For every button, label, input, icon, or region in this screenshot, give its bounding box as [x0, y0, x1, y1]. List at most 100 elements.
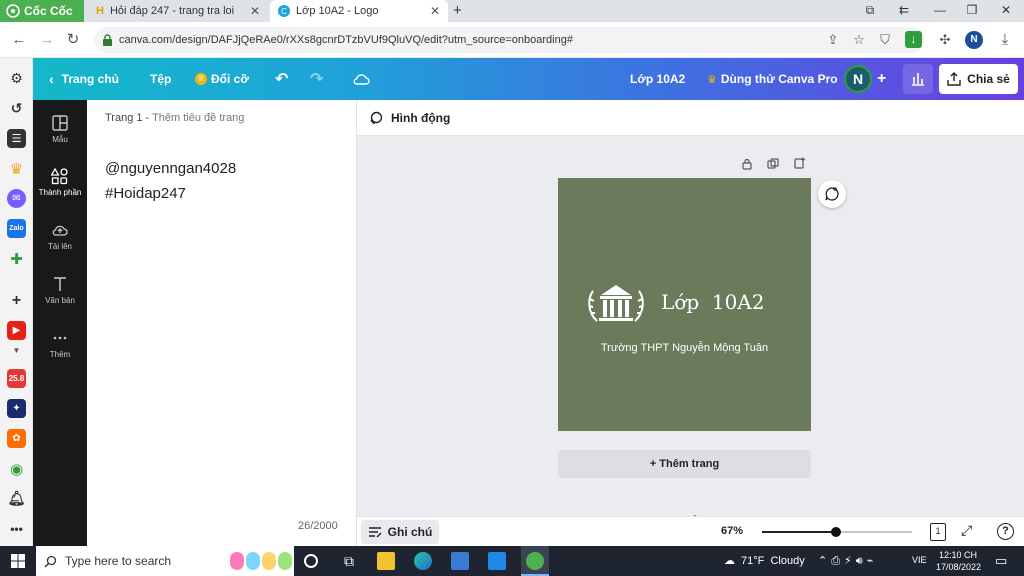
lock-icon: [103, 34, 112, 46]
download-extension-icon[interactable]: ↓: [905, 31, 922, 48]
rail-item-elements[interactable]: Thành phần: [33, 167, 87, 197]
search-icon: [44, 555, 57, 567]
reload-button[interactable]: ↻: [64, 31, 82, 49]
tab-hoidap[interactable]: H Hỏi đáp 247 - trang tra loi ✕: [88, 0, 268, 22]
help-button[interactable]: ?: [997, 523, 1014, 540]
home-button[interactable]: ‹ Trang chủ: [49, 58, 119, 100]
notification-bell-icon[interactable]: 🔔︎: [7, 489, 26, 508]
settings-gear-icon[interactable]: ⚙: [7, 69, 26, 88]
page-title-input[interactable]: Thêm tiêu đề trang: [152, 112, 244, 124]
clock-time: 12:10 CH: [938, 550, 978, 560]
task-view-icon[interactable]: ⧉: [340, 552, 358, 570]
notification-center-icon[interactable]: ▭: [995, 553, 1007, 569]
bookmark-star-icon[interactable]: ☆: [850, 31, 868, 49]
edge-icon[interactable]: [414, 552, 432, 570]
taskbar-search-box[interactable]: Type here to search: [36, 546, 294, 576]
game-icon[interactable]: ✦: [7, 399, 26, 418]
rail-item-templates[interactable]: Mẫu: [33, 114, 87, 144]
document-title[interactable]: Lớp 10A2: [630, 58, 685, 100]
minimize-button[interactable]: —: [932, 3, 948, 17]
youtube-icon[interactable]: ▶: [7, 321, 26, 340]
zalo-icon[interactable]: Zalo: [7, 219, 26, 238]
messenger-icon[interactable]: ✉: [7, 189, 26, 208]
downloads-icon[interactable]: ⤓: [996, 31, 1014, 49]
add-page-button[interactable]: + Thêm trang: [558, 450, 811, 478]
file-menu-button[interactable]: Tệp: [150, 58, 171, 100]
comment-button[interactable]: [818, 180, 846, 208]
share-label: Chia sẻ: [967, 72, 1010, 86]
resize-button[interactable]: ♛ Đổi cỡ: [195, 58, 249, 100]
extensions-puzzle-icon[interactable]: ✣: [936, 31, 954, 49]
lock-icon[interactable]: [741, 158, 753, 170]
tab-close-icon[interactable]: ✕: [430, 4, 440, 18]
coccoc-taskbar-icon[interactable]: [521, 546, 549, 576]
coupon-icon[interactable]: ✿: [7, 429, 26, 448]
duplicate-page-icon[interactable]: [767, 158, 779, 170]
user-avatar[interactable]: N: [844, 65, 872, 93]
restore-button[interactable]: ❐: [964, 3, 980, 17]
tab-canva[interactable]: C Lớp 10A2 - Logo ✕: [270, 0, 448, 22]
zoom-slider[interactable]: [762, 527, 912, 537]
input-language[interactable]: VIE: [912, 555, 927, 565]
crown-icon[interactable]: ♛: [7, 159, 26, 178]
new-tab-button[interactable]: +: [453, 2, 462, 19]
expand-chevron-icon[interactable]: ▼: [7, 341, 26, 360]
url-bar[interactable]: canva.com/design/DAFJjQeRAe0/rXXs8gcnrDT…: [94, 27, 924, 53]
clock-date: 17/08/2022: [936, 562, 982, 572]
browser-brand[interactable]: Cốc Cốc: [0, 0, 84, 22]
store-icon[interactable]: [451, 552, 469, 570]
cortana-icon[interactable]: [304, 554, 318, 568]
history-icon[interactable]: ↺: [7, 99, 26, 118]
file-label: Tệp: [150, 72, 172, 86]
templates-icon: [52, 115, 68, 131]
tab-close-icon[interactable]: ✕: [250, 4, 260, 18]
design-subtitle[interactable]: Trường THPT Nguyễn Mộng Tuân: [558, 342, 811, 354]
try-pro-label: Dùng thử Canva Pro: [720, 72, 838, 86]
more-dots-icon[interactable]: •••: [7, 519, 26, 538]
shield-icon[interactable]: ⛉: [876, 31, 894, 49]
rail-item-uploads[interactable]: Tải lên: [33, 221, 87, 251]
rail-label: Mẫu: [52, 135, 68, 144]
location-icon[interactable]: ◉: [7, 459, 26, 478]
forward-button[interactable]: →: [38, 31, 56, 49]
gamepad-icon[interactable]: ✚: [7, 249, 26, 268]
redo-button[interactable]: ↷: [310, 58, 323, 100]
canvas-toolbar: Hình động: [357, 100, 1024, 136]
system-tray-icons[interactable]: ⌃⎙⚡🔊︎⌁: [818, 554, 877, 568]
try-pro-button[interactable]: ♛ Dùng thử Canva Pro: [707, 58, 838, 100]
history-back-icon[interactable]: ⇇: [896, 3, 912, 17]
windows-taskbar: Type here to search ⧉ ☁ 71°F Cloudy ⌃⎙⚡🔊…: [0, 546, 1024, 576]
cloud-save-icon[interactable]: [352, 58, 370, 100]
zoom-slider-thumb[interactable]: [831, 527, 841, 537]
canva-top-bar: ‹ Trang chủ Tệp ♛ Đổi cỡ ↶ ↷ Lớp 10A2 ♛ …: [33, 58, 1024, 100]
rail-label: Tải lên: [47, 242, 72, 251]
close-window-button[interactable]: ✕: [998, 3, 1014, 17]
screenshot-icon[interactable]: ⧉: [862, 3, 878, 18]
notes-text-area[interactable]: @nguyenngan4028 #Hoidap247: [105, 156, 345, 206]
clock[interactable]: 12:10 CH 17/08/2022: [936, 549, 982, 573]
weather-widget[interactable]: ☁ 71°F Cloudy: [724, 554, 805, 568]
rail-item-more[interactable]: Thêm: [33, 329, 87, 359]
animation-button[interactable]: Hình động: [369, 111, 450, 125]
back-button[interactable]: ←: [10, 31, 28, 49]
share-page-icon[interactable]: ⇪: [824, 31, 842, 49]
reading-list-icon[interactable]: ☰: [7, 129, 26, 148]
invite-plus-button[interactable]: +: [877, 58, 886, 100]
design-page[interactable]: Lớp 10A2 Trường THPT Nguyễn Mộng Tuân: [558, 178, 811, 431]
shopping-icon[interactable]: 25.8: [7, 369, 26, 388]
animation-circle-icon: [370, 111, 383, 124]
profile-avatar[interactable]: N: [965, 31, 983, 49]
windows-start-icon[interactable]: [9, 552, 27, 570]
add-page-icon[interactable]: [794, 157, 806, 169]
design-title[interactable]: Lớp 10A2: [661, 290, 764, 314]
mail-icon[interactable]: [488, 552, 506, 570]
notes-button[interactable]: Ghi chú: [361, 520, 439, 544]
add-sidebar-item-icon[interactable]: +: [7, 291, 26, 310]
page-number-button[interactable]: 1: [930, 523, 946, 541]
fullscreen-icon[interactable]: ⤢: [961, 522, 972, 539]
rail-item-text[interactable]: Văn bản: [33, 275, 87, 305]
insights-button[interactable]: [903, 64, 933, 94]
file-explorer-icon[interactable]: [377, 552, 395, 570]
undo-button[interactable]: ↶: [275, 58, 288, 100]
share-button[interactable]: Chia sẻ: [939, 64, 1018, 94]
